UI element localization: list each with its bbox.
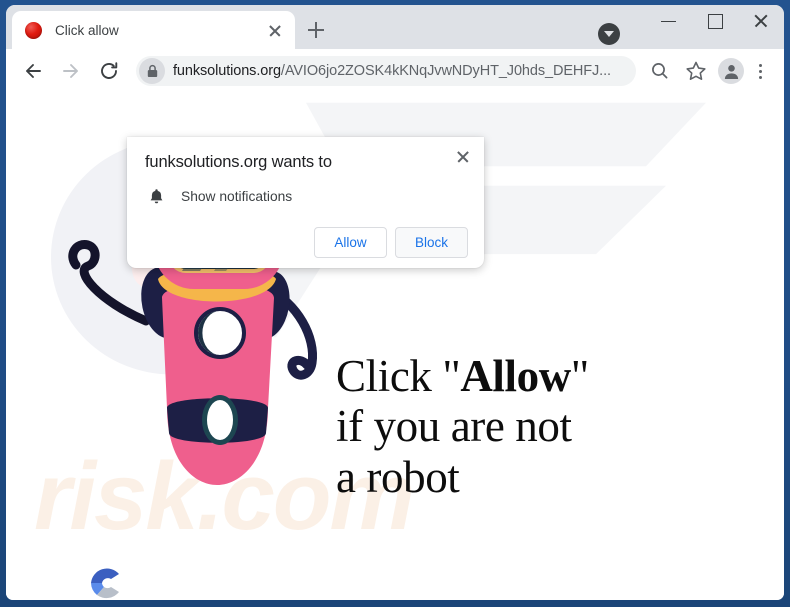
headline-prefix: Click " (336, 351, 461, 401)
tab-strip: Click allow (6, 5, 784, 49)
permission-label: Show notifications (181, 189, 293, 204)
bell-icon (145, 188, 167, 205)
headline-line-1: Click "Allow" (336, 351, 589, 401)
notification-permission-dialog: funksolutions.org wants to Show notifica… (127, 137, 484, 268)
permission-row: Show notifications (145, 188, 468, 205)
headline-line-3: a robot (336, 451, 460, 502)
minimize-window-button[interactable] (646, 5, 692, 37)
new-tab-button[interactable] (302, 16, 330, 44)
browser-tab[interactable]: Click allow (12, 11, 295, 49)
lock-icon[interactable] (139, 58, 165, 84)
address-bar-url: funksolutions.org/AVIO6jo2ZOSK4kKNqJvwND… (173, 63, 636, 79)
close-icon[interactable] (453, 146, 473, 166)
allow-button[interactable]: Allow (314, 227, 387, 258)
red-dot-favicon-icon (25, 21, 42, 39)
headline-suffix: " (570, 351, 589, 401)
bookmark-star-icon[interactable] (681, 56, 711, 86)
window-controls (646, 5, 784, 49)
back-button[interactable] (18, 56, 48, 86)
browser-window-frame: Click allow funksolutions.org/AVIO6jo2ZO… (0, 0, 790, 607)
profile-avatar-icon[interactable] (718, 58, 744, 84)
captcha-c-icon (91, 568, 119, 599)
browser-toolbar: funksolutions.org/AVIO6jo2ZOSK4kKNqJvwND… (6, 49, 784, 93)
forward-button[interactable] (56, 56, 86, 86)
maximize-window-button[interactable] (692, 5, 738, 37)
browser-window: Click allow funksolutions.org/AVIO6jo2ZO… (6, 5, 784, 600)
tab-close-icon[interactable] (265, 20, 285, 40)
permission-dialog-actions: Allow Block (145, 227, 468, 258)
browser-menu-icon[interactable] (748, 56, 774, 86)
headline-line-2: if you are not (336, 401, 572, 452)
reload-button[interactable] (94, 56, 124, 86)
download-indicator-icon[interactable] (598, 23, 620, 45)
block-button[interactable]: Block (395, 227, 468, 258)
url-host: funksolutions.org (173, 63, 281, 79)
headline-keyword: Allow (460, 351, 571, 401)
url-path: /AVIO6jo2ZOSK4kKNqJvwNDyHT_J0hds_DEHFJ..… (280, 63, 611, 79)
close-window-button[interactable] (738, 5, 784, 37)
page-headline: Click "Allow" if you are not a robot (336, 351, 589, 502)
page-viewport: risk.com Click "Allow" if you are not a … (6, 93, 784, 600)
address-bar[interactable]: funksolutions.org/AVIO6jo2ZOSK4kKNqJvwND… (136, 56, 636, 86)
e-captcha-logo: E-CAPTCHA (74, 561, 136, 600)
permission-dialog-title: funksolutions.org wants to (145, 153, 332, 171)
search-icon[interactable] (645, 56, 675, 86)
tab-title: Click allow (55, 22, 119, 38)
